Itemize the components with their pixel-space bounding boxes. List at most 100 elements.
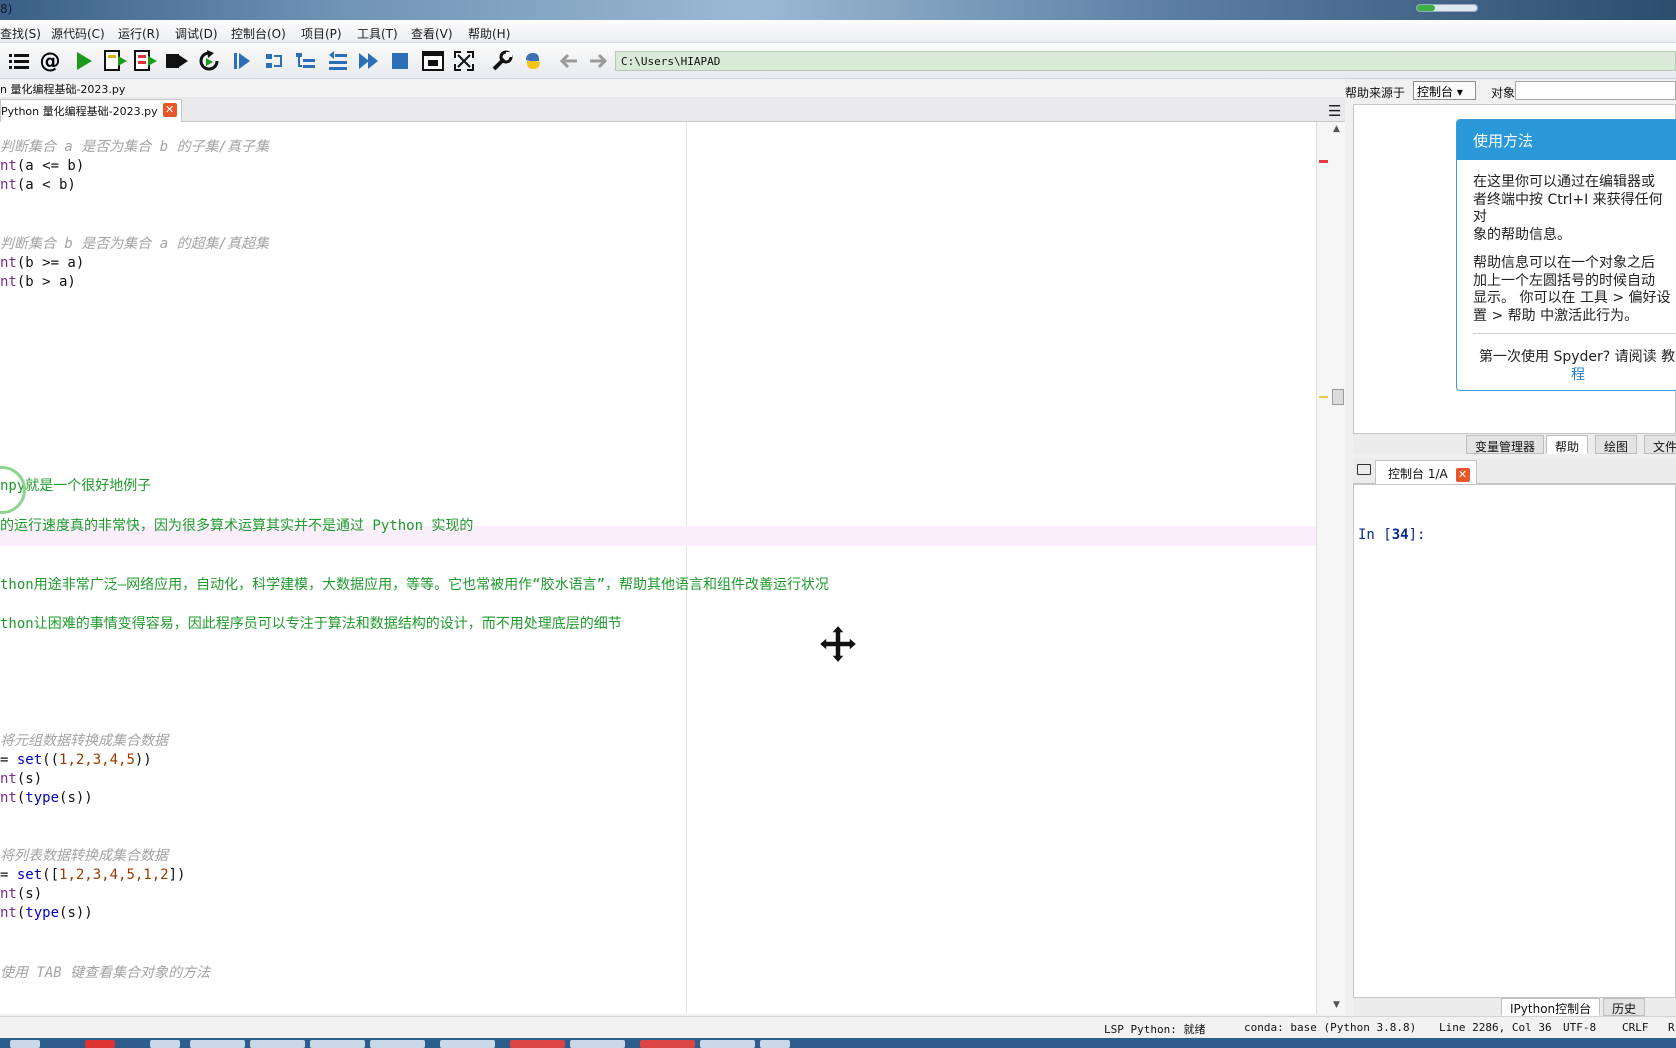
window-title: 8) (0, 2, 13, 16)
console-tab-bar: 控制台 1/A ✕ (1353, 458, 1676, 484)
code-token: type (25, 905, 60, 921)
working-directory-field[interactable]: C:\Users\HIAPAD (615, 51, 1676, 71)
close-tab-icon[interactable]: ✕ (162, 103, 177, 117)
menu-help[interactable]: 帮助(H) (468, 25, 510, 42)
click-highlight-ring (0, 466, 26, 514)
code-token: (a <= b) (16, 158, 85, 174)
editor-options-icon[interactable]: ☰ (1328, 102, 1341, 120)
menu-run[interactable]: 运行(R) (118, 25, 160, 42)
code-line[interactable]: nt(type(s)) (0, 789, 93, 808)
tab-files[interactable]: 文件 (1644, 435, 1676, 454)
code-token: )) (134, 752, 152, 768)
code-token: (( (42, 752, 60, 768)
prompt-suffix: ]: (1408, 527, 1426, 543)
stop-icon[interactable] (388, 49, 412, 73)
code-token: 使用 TAB 键查看集合对象的方法 (0, 965, 211, 981)
code-token: thon让困难的事情变得容易，因此程序员可以专注于算法和数据结构的设计，而不用处… (0, 616, 622, 632)
code-line[interactable]: 将列表数据转换成集合数据 (0, 847, 168, 866)
code-line[interactable]: 使用 TAB 键查看集合对象的方法 (0, 964, 210, 983)
code-line[interactable]: nt(b > a) (0, 273, 76, 292)
code-line[interactable]: nt(a <= b) (0, 157, 84, 176)
tab-history[interactable]: 历史 (1603, 998, 1646, 1016)
scroll-down-icon[interactable]: ▼ (1333, 1000, 1340, 1010)
code-token: 1,2,3,4,5 (59, 752, 135, 768)
run-selection-icon[interactable] (165, 49, 189, 73)
code-line[interactable]: 的运行速度真的非常快，因为很多算术运算其实并不是通过 Python 实现的 (0, 517, 473, 536)
code-token: (s)) (59, 905, 93, 921)
fullscreen-icon[interactable] (452, 49, 476, 73)
status-bar: LSP Python: 就绪 conda: base (Python 3.8.8… (0, 1016, 1676, 1038)
rerun-icon[interactable] (197, 49, 221, 73)
menu-bar: 查找(S) 源代码(C) 运行(R) 调试(D) 控制台(O) 项目(P) 工具… (0, 20, 1676, 43)
console-tab[interactable]: 控制台 1/A ✕ (1375, 460, 1477, 484)
at-icon[interactable]: @ (38, 49, 62, 73)
tutorial-link[interactable]: 程 (1457, 367, 1676, 385)
code-editor[interactable]: 判断集合 a 是否为集合 b 的子集/真子集 nt(a <= b) nt(a < b… (0, 122, 1316, 1014)
code-line[interactable]: nt(s) (0, 885, 42, 904)
editor-scrollbar[interactable]: ▲ ▼ (1316, 122, 1345, 1014)
error-marker (1319, 160, 1328, 163)
scrollbar-thumb[interactable] (1332, 389, 1344, 405)
preferences-icon[interactable] (490, 49, 514, 73)
code-token: set (16, 752, 43, 768)
help-object-input[interactable] (1515, 81, 1676, 100)
debug-icon[interactable] (230, 49, 254, 73)
code-line[interactable]: 判断集合 b 是否为集合 a 的超集/真超集 (0, 235, 269, 254)
step-icon[interactable] (262, 49, 286, 73)
menu-search[interactable]: 查找(S) (0, 25, 41, 42)
help-text: 帮助信息可以在一个对象之后 (1473, 255, 1655, 271)
usage-card: 使用方法 在这里你可以通过在编辑器或 者终端中按 Ctrl+I 来获得任何对 象… (1456, 119, 1676, 391)
scroll-up-icon[interactable]: ▲ (1333, 124, 1340, 134)
run-cell-icon[interactable] (104, 49, 128, 73)
menu-debug[interactable]: 调试(D) (175, 25, 218, 42)
object-label: 对象 (1491, 86, 1516, 100)
menu-console[interactable]: 控制台(O) (231, 25, 286, 42)
step-into-icon[interactable] (294, 49, 318, 73)
help-text: 加上一个左圆括号的时候自动 (1473, 272, 1655, 289)
menu-view[interactable]: 查看(V) (411, 25, 453, 42)
code-line[interactable]: thon让困难的事情变得容易，因此程序员可以专注于算法和数据结构的设计，而不用处… (0, 615, 622, 634)
continue-icon[interactable] (357, 49, 381, 73)
warning-marker (1319, 396, 1328, 398)
code-line[interactable]: nt(b >= a) (0, 254, 84, 273)
help-text: 者终端中按 Ctrl+I 来获得任何对 (1473, 191, 1663, 226)
ipython-console[interactable]: In [34]: (1353, 484, 1676, 998)
code-line[interactable]: nt(type(s)) (0, 904, 93, 923)
tab-help[interactable]: 帮助 (1546, 435, 1589, 454)
maximize-pane-icon[interactable] (421, 49, 445, 73)
code-line[interactable]: nt(a < b) (0, 176, 76, 195)
code-line[interactable]: = set([1,2,3,4,5,1,2]) (0, 866, 185, 885)
code-line[interactable]: nt(s) (0, 770, 42, 789)
code-token: (s) (16, 886, 43, 902)
code-line[interactable]: 将元组数据转换成集合数据 (0, 732, 168, 751)
code-token: set (16, 867, 43, 883)
outline-icon[interactable] (7, 49, 31, 73)
code-line[interactable]: thon用途非常广泛—网络应用，自动化，科学建模，大数据应用，等等。它也常被用作… (0, 576, 829, 595)
code-token: 判断集合 a 是否为集合 b 的子集/真子集 (0, 139, 270, 155)
tab-variable-explorer[interactable]: 变量管理器 (1466, 435, 1545, 454)
step-return-icon[interactable] (326, 49, 350, 73)
menu-source[interactable]: 源代码(C) (51, 25, 105, 42)
tab-plots[interactable]: 绘图 (1595, 435, 1638, 454)
help-text: 显示。 你可以在 工具 > 偏好设 (1473, 290, 1671, 306)
close-console-icon[interactable]: ✕ (1455, 468, 1470, 482)
run-cell-advance-icon[interactable] (134, 49, 158, 73)
run-icon[interactable] (72, 49, 96, 73)
code-line[interactable]: 判断集合 a 是否为集合 b 的子集/真子集 (0, 138, 269, 157)
code-token: nt (0, 905, 17, 921)
menu-project[interactable]: 项目(P) (301, 25, 342, 42)
help-source-label: 帮助来源于 (1345, 86, 1406, 100)
tab-ipython-console[interactable]: IPython控制台 (1501, 998, 1601, 1016)
code-token: = (0, 752, 17, 768)
help-source-select[interactable]: 控制台 ▾ (1413, 81, 1476, 100)
folder-icon[interactable] (1357, 464, 1371, 475)
back-icon[interactable] (557, 49, 581, 73)
editor-tab[interactable]: Python 量化编程基础-2023.py ✕ (0, 99, 182, 122)
code-line[interactable]: = set((1,2,3,4,5)) (0, 751, 152, 770)
forward-icon[interactable] (586, 49, 610, 73)
code-token: (a < b) (16, 177, 76, 193)
python-path-icon[interactable] (521, 49, 545, 73)
menu-tools[interactable]: 工具(T) (357, 25, 398, 42)
pane-tab-bar: 变量管理器 帮助 绘图 文件 (1353, 434, 1676, 454)
help-text: 在这里你可以通过在编辑器或 (1473, 174, 1655, 190)
